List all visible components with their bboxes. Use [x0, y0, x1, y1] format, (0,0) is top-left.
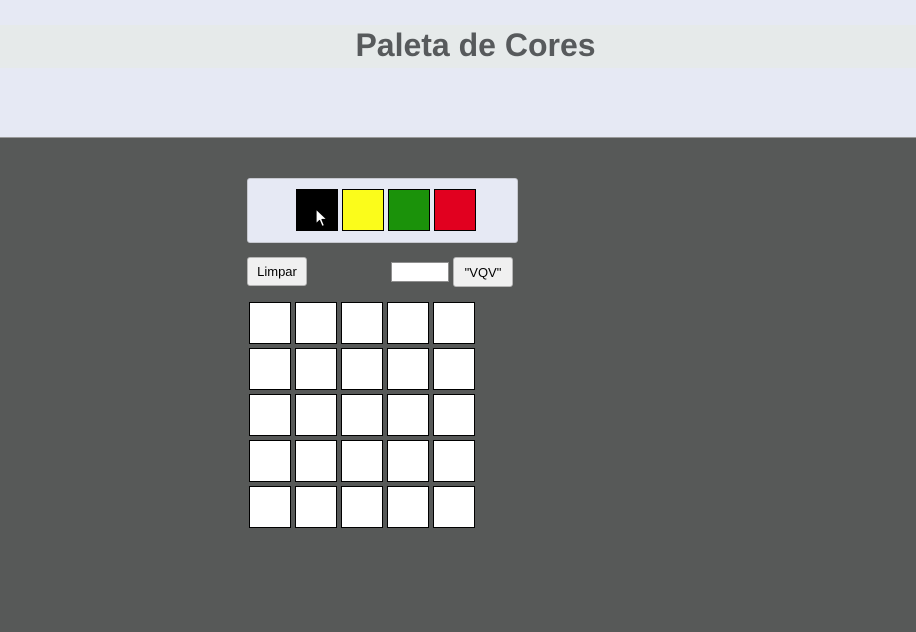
pixel-cell[interactable]	[341, 348, 383, 390]
pixel-cell[interactable]	[341, 486, 383, 528]
mouse-pointer-icon	[315, 208, 328, 228]
pixel-cell[interactable]	[249, 486, 291, 528]
pixel-cell[interactable]	[433, 486, 475, 528]
color-swatch-yellow[interactable]	[342, 189, 384, 231]
color-palette	[247, 178, 518, 243]
color-swatch-green[interactable]	[388, 189, 430, 231]
page-title: Paleta de Cores	[355, 27, 596, 63]
pixel-cell[interactable]	[295, 302, 337, 344]
pixel-cell[interactable]	[387, 486, 429, 528]
pixel-cell[interactable]	[387, 394, 429, 436]
header-area	[0, 0, 916, 138]
pixel-cell[interactable]	[433, 302, 475, 344]
pixel-cell[interactable]	[433, 440, 475, 482]
pixel-cell[interactable]	[249, 440, 291, 482]
pixel-cell[interactable]	[387, 302, 429, 344]
pixel-cell[interactable]	[249, 348, 291, 390]
pixel-cell[interactable]	[433, 394, 475, 436]
pixel-cell[interactable]	[341, 394, 383, 436]
pixel-board	[249, 302, 475, 528]
pixel-cell[interactable]	[249, 394, 291, 436]
pixel-cell[interactable]	[387, 440, 429, 482]
pixel-cell[interactable]	[295, 394, 337, 436]
pixel-cell[interactable]	[341, 302, 383, 344]
color-swatch-red[interactable]	[434, 189, 476, 231]
pixel-cell[interactable]	[295, 440, 337, 482]
pixel-cell[interactable]	[341, 440, 383, 482]
clear-board-button[interactable]: Limpar	[247, 257, 307, 286]
pixel-cell[interactable]	[295, 486, 337, 528]
generate-board-button[interactable]: "VQV"	[453, 257, 513, 287]
pixel-cell[interactable]	[387, 348, 429, 390]
pixel-cell[interactable]	[249, 302, 291, 344]
pixel-cell[interactable]	[433, 348, 475, 390]
pixel-cell[interactable]	[295, 348, 337, 390]
board-size-input[interactable]	[391, 262, 449, 282]
